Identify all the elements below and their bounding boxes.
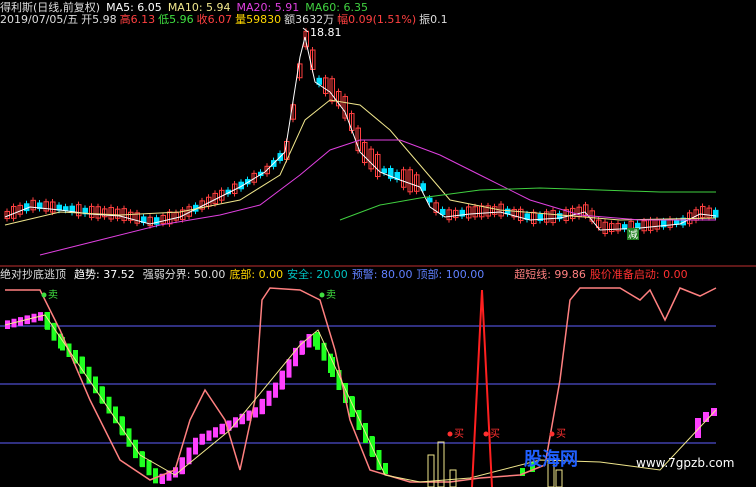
indicator-bar — [193, 437, 198, 455]
indicator-bar — [315, 332, 320, 350]
buy-dot — [447, 431, 453, 437]
sell-marker-label: 卖 — [326, 289, 336, 301]
indicator-bar — [146, 460, 152, 476]
indicator-bar — [206, 430, 212, 441]
sell-dot — [41, 292, 47, 298]
quote-low: 低5.96 — [158, 13, 194, 26]
indicator-bar — [180, 457, 185, 474]
indicator-bar — [695, 418, 701, 438]
sell-marker-label: 卖 — [48, 289, 58, 301]
strong-weak-value: 强弱分界: 50.00 — [142, 268, 226, 281]
indicator-bar — [200, 433, 205, 444]
quote-change: 幅0.09(1.51%) — [337, 13, 417, 26]
quote-open: 开5.98 — [81, 13, 117, 26]
indicator-bar — [286, 359, 292, 378]
candle — [505, 208, 511, 215]
warning-value: 预警: 80.00 — [351, 268, 413, 281]
super-short-value: 超短线: 99.86 — [514, 268, 586, 281]
safe-value: 安全: 20.00 — [287, 268, 348, 281]
indicator-bar — [86, 366, 92, 384]
top-value: 顶部: 100.00 — [416, 268, 485, 281]
indicator-bar — [100, 387, 105, 404]
indicator-bar — [356, 410, 362, 430]
indicator-bar — [330, 357, 335, 377]
buy-dot — [549, 431, 555, 437]
indicator-name: 绝对抄底逃顶 — [0, 268, 66, 281]
watermark-url: www.7gpzb.com — [636, 456, 735, 470]
indicator-bar — [106, 396, 112, 414]
candle — [381, 168, 387, 174]
candle — [440, 208, 446, 216]
sell-dot — [319, 292, 325, 298]
buy-marker-label: 买 — [556, 428, 566, 440]
price-start-value: 股价准备启动: 0.00 — [589, 268, 688, 281]
peak-price-label: 18.81 — [310, 26, 342, 39]
quote-volume: 量59830 — [235, 13, 282, 26]
event-badge-label: 减 — [628, 229, 638, 241]
buy-marker-label: 买 — [454, 428, 464, 440]
indicator-bar — [273, 382, 278, 398]
watermark-logo: 股海网 — [524, 449, 578, 470]
indicator-bar — [126, 428, 132, 447]
indicator-bar — [260, 398, 265, 414]
indicator-bar — [376, 450, 382, 470]
indicator-bar — [153, 468, 158, 484]
trend-value: 趋势: 37.52 — [74, 268, 135, 281]
buy-dot — [483, 431, 489, 437]
quote-amplitude: 振0.1 — [419, 13, 448, 26]
indicator-bar — [220, 423, 225, 434]
indicator-bar — [321, 342, 327, 361]
quote-close: 收6.07 — [196, 13, 233, 26]
indicator-bar — [266, 390, 272, 406]
chart-canvas[interactable]: 18.81 减 卖 卖买 买 买 — [0, 0, 756, 487]
quote-date: 2019/07/05/五 — [0, 13, 79, 26]
quote-header: 2019/07/05/五 开5.98 高6.13 低5.96 收6.07 量59830 额3… — [0, 13, 454, 26]
indicator-bar — [93, 376, 98, 394]
indicator-bar — [280, 370, 285, 389]
indicator-header: 绝对抄底逃顶 趋势: 37.52 强弱分界: 50.00 底部: 0.00 安全: 20… — [0, 268, 694, 281]
quote-high: 高6.13 — [119, 13, 156, 26]
indicator-bar — [80, 357, 85, 374]
candle — [427, 197, 433, 203]
candle — [63, 206, 69, 211]
quote-amount: 额3632万 — [284, 13, 335, 26]
indicator-bar — [140, 452, 145, 468]
indicator-bar — [213, 427, 218, 438]
buy-marker-label: 买 — [490, 428, 500, 440]
bottom-value: 底部: 0.00 — [229, 268, 284, 281]
